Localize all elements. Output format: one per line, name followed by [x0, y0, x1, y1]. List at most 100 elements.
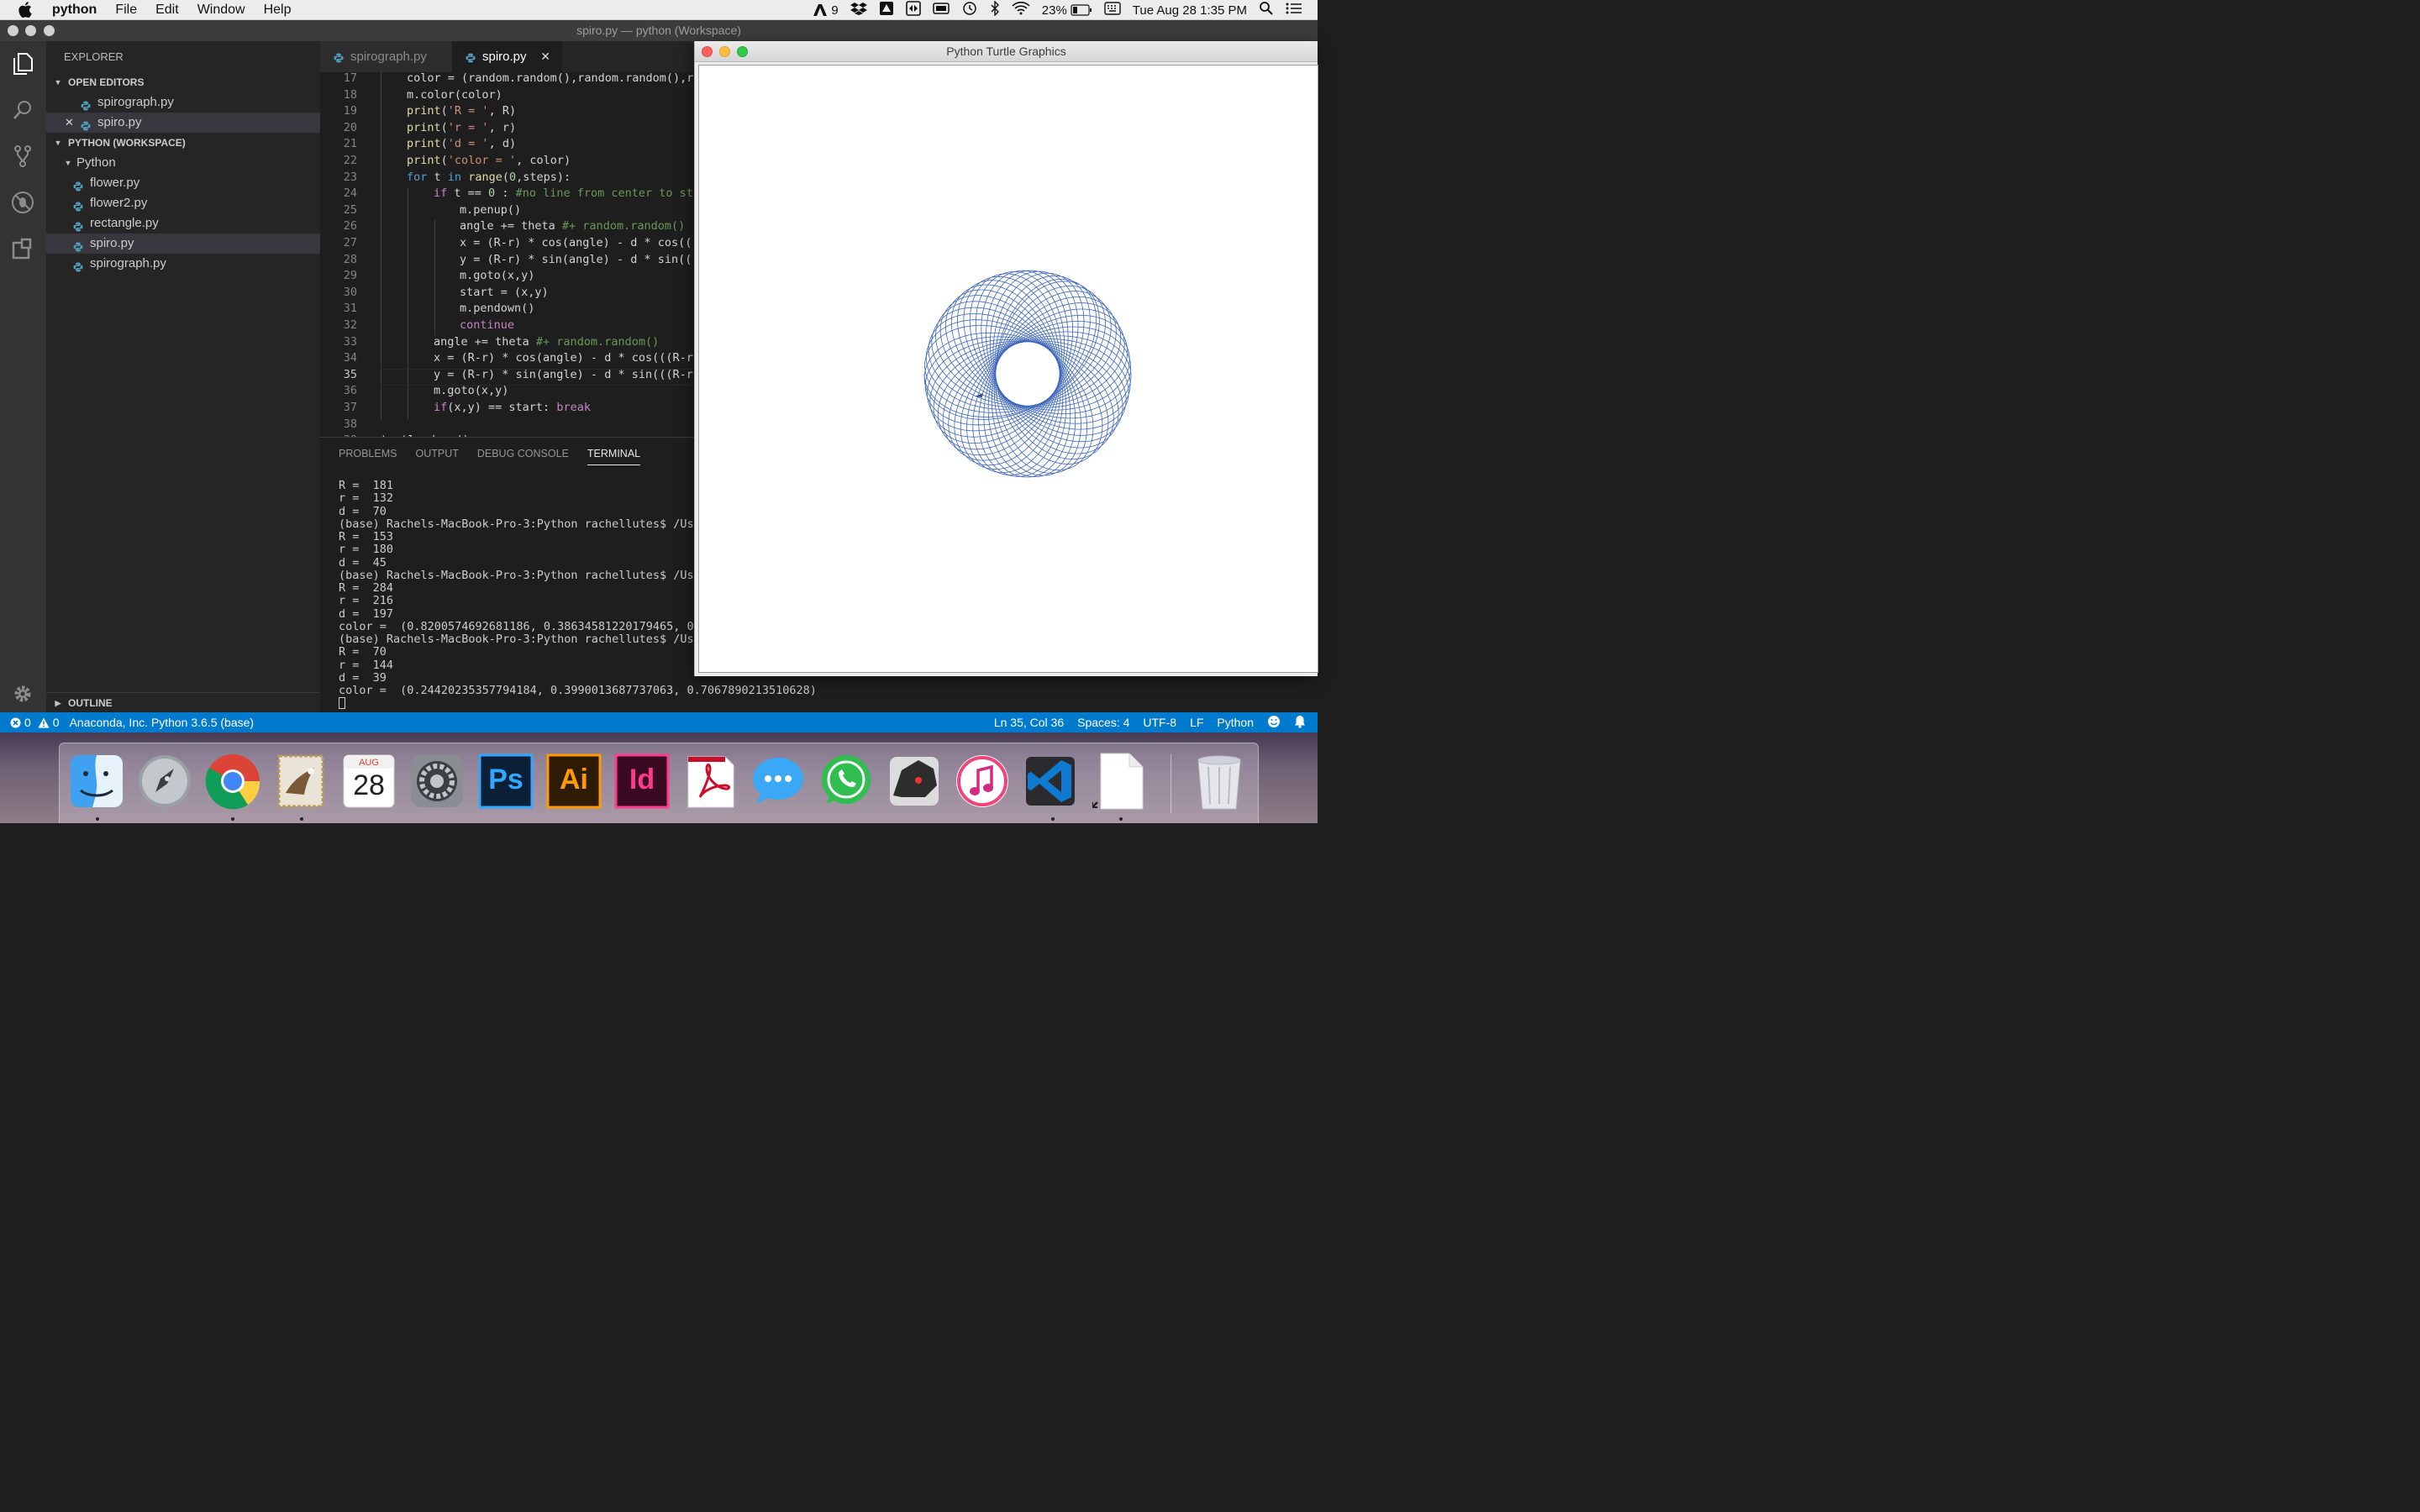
tab-spirograph[interactable]: spirograph.py [320, 41, 452, 72]
folder-label: Python [76, 155, 116, 170]
source-control-icon[interactable] [8, 142, 37, 171]
cursor-position[interactable]: Ln 35, Col 36 [994, 716, 1064, 729]
tab-spiro[interactable]: spiro.py ✕ [452, 41, 562, 72]
window-title: spiro.py — python (Workspace) [576, 24, 741, 37]
dropbox-icon[interactable] [850, 2, 867, 18]
tab-output[interactable]: OUTPUT [415, 448, 458, 465]
blank-document-icon[interactable] [1091, 751, 1150, 811]
panel-tabs: PROBLEMS OUTPUT DEBUG CONSOLE TERMINAL [339, 448, 641, 465]
zoom-window-button[interactable] [737, 46, 748, 57]
code-line: 33 angle += theta #+ random.random() [343, 334, 660, 349]
language-mode[interactable]: Python [1217, 716, 1254, 729]
python-file-icon [73, 239, 83, 252]
file-label: spirograph.py [90, 256, 166, 270]
close-window-button[interactable] [8, 25, 18, 36]
python-interpreter[interactable]: Anaconda, Inc. Python 3.6.5 (base) [70, 716, 254, 729]
indesign-icon[interactable]: Id [613, 751, 671, 811]
bluetooth-icon[interactable] [990, 0, 1000, 19]
spirograph-curve [923, 270, 1132, 478]
extensions-icon[interactable] [8, 234, 37, 263]
tab-debug-console[interactable]: DEBUG CONSOLE [477, 448, 569, 465]
code-line: 18 m.color(color) [343, 87, 502, 102]
debug-icon[interactable] [8, 188, 37, 217]
notification-center-icon[interactable] [1286, 2, 1302, 18]
messages-icon[interactable] [749, 751, 808, 811]
illustrator-icon[interactable]: Ai [544, 751, 603, 811]
file-label: flower2.py [90, 196, 148, 210]
code-line: 20 print('r = ', r) [343, 120, 517, 134]
file-item-selected[interactable]: spiro.py [46, 234, 320, 254]
search-icon[interactable] [8, 96, 37, 124]
turtle-graphics-window: Python Turtle Graphics [694, 41, 1318, 676]
time-machine-icon[interactable] [961, 1, 978, 19]
close-icon[interactable]: ✕ [65, 113, 81, 133]
notifications-bell-icon[interactable] [1294, 715, 1306, 731]
app-name-menu[interactable]: python [52, 3, 97, 18]
end-of-line[interactable]: LF [1190, 716, 1203, 729]
display-icon[interactable] [933, 2, 950, 18]
python-file-icon [73, 178, 83, 192]
tab-problems[interactable]: PROBLEMS [339, 448, 397, 465]
calendar-day: 28 [353, 769, 385, 801]
creative-cloud-icon[interactable] [879, 1, 894, 19]
itunes-icon[interactable] [953, 751, 1012, 811]
encoding[interactable]: UTF-8 [1143, 716, 1176, 729]
wifi-icon[interactable] [1012, 2, 1030, 18]
battery-status-item[interactable]: 23% [1042, 3, 1092, 18]
zoom-window-button[interactable] [44, 25, 55, 36]
spotlight-search-icon[interactable] [1259, 1, 1274, 19]
rhino-icon[interactable] [885, 751, 944, 811]
menu-help[interactable]: Help [264, 3, 292, 18]
open-editors-header[interactable]: ▼ OPEN EDITORS [46, 72, 320, 92]
menubar-clock[interactable]: Tue Aug 28 1:35 PM [1133, 3, 1247, 18]
running-indicator [231, 817, 234, 821]
mail-icon[interactable] [271, 751, 330, 811]
whatsapp-icon[interactable] [817, 751, 876, 811]
finder-icon[interactable] [67, 751, 126, 811]
feedback-smiley-icon[interactable] [1267, 715, 1281, 731]
acrobat-icon[interactable] [681, 751, 739, 811]
file-item[interactable]: rectangle.py [46, 213, 320, 234]
folder-python[interactable]: ▼ Python [46, 153, 320, 173]
python-file-icon [334, 52, 344, 62]
tab-label: spirograph.py [350, 50, 427, 64]
turtle-window-title: Python Turtle Graphics [946, 45, 1066, 58]
resolution-icon[interactable] [905, 1, 921, 19]
workspace-header[interactable]: ▼ PYTHON (WORKSPACE) [46, 133, 320, 153]
adobe-status-item[interactable]: 9 [813, 3, 839, 18]
open-editor-item[interactable]: spirograph.py [46, 92, 320, 113]
code-line: 27 x = (R-r) * cos(angle) - d * cos(((R [343, 236, 694, 249]
keyboard-viewer-icon[interactable] [1104, 2, 1121, 18]
file-item[interactable]: flower2.py [46, 193, 320, 213]
explorer-icon[interactable] [8, 50, 37, 78]
code-line: 22 print('color = ', color) [343, 154, 571, 167]
open-editor-item-active[interactable]: ✕ spiro.py [46, 113, 320, 133]
code-line-current: 35 y = (R-r) * sin(angle) - d * sin(((R-r… [320, 367, 694, 384]
code-line: 23 for t in range(0,steps): [343, 170, 571, 184]
vscode-icon[interactable] [1021, 751, 1080, 811]
minimize-window-button[interactable] [25, 25, 36, 36]
turtle-canvas[interactable] [698, 65, 1318, 673]
menu-window[interactable]: Window [197, 3, 245, 18]
file-item[interactable]: flower.py [46, 173, 320, 193]
minimize-window-button[interactable] [719, 46, 730, 57]
launchpad-icon[interactable] [135, 751, 194, 811]
file-item[interactable]: spirograph.py [46, 254, 320, 274]
apple-menu-icon[interactable] [17, 2, 34, 18]
system-preferences-icon[interactable] [408, 751, 466, 811]
menu-edit[interactable]: Edit [155, 3, 179, 18]
workspace-label: PYTHON (WORKSPACE) [68, 137, 186, 149]
indentation[interactable]: Spaces: 4 [1077, 716, 1129, 729]
photoshop-icon[interactable]: Ps [476, 751, 535, 811]
trash-icon[interactable] [1190, 751, 1249, 811]
tab-close-icon[interactable]: ✕ [540, 50, 550, 64]
code-editor[interactable]: 17 color = (random.random(),random.random… [320, 72, 694, 437]
outline-header[interactable]: ▶ OUTLINE [46, 692, 320, 712]
close-window-button[interactable] [702, 46, 713, 57]
calendar-icon[interactable]: AUG 28 [339, 751, 398, 811]
chrome-icon[interactable] [203, 751, 262, 811]
settings-gear-icon[interactable] [8, 680, 37, 708]
problems-status[interactable]: 0 0 [10, 716, 60, 729]
menu-file[interactable]: File [115, 3, 137, 18]
tab-terminal[interactable]: TERMINAL [587, 448, 641, 465]
